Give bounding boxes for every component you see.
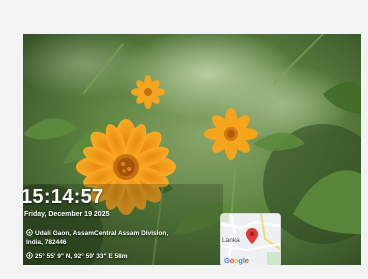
geotagged-photo[interactable]: 15:14:57 Friday, December 19 2025 Udali … [23,34,361,265]
map-place-label: Lanka [222,237,240,244]
map-thumbnail[interactable]: Lanka Google [220,213,281,265]
location-pin-icon [26,229,33,236]
address-line-1: Udali Gaon, AssamCentral Assam Division, [26,229,216,238]
google-logo: Google [224,256,249,265]
map-marker-icon [246,228,258,244]
address-line-2: India, 782446 [26,239,67,246]
compass-icon [26,252,33,259]
location-address: Udali Gaon, AssamCentral Assam Division,… [26,229,216,247]
photo-card: 15:14:57 Friday, December 19 2025 Udali … [0,0,368,279]
address-line-1-text: Udali Gaon, AssamCentral Assam Division, [35,230,169,237]
gps-coordinates: 25° 55' 9" N, 92° 59' 33" E 58m [26,252,128,260]
timestamp-date: Friday, December 19 2025 [24,211,110,218]
gps-coordinates-text: 25° 55' 9" N, 92° 59' 33" E 58m [35,253,128,260]
timestamp-time: 15:14:57 [23,186,104,208]
